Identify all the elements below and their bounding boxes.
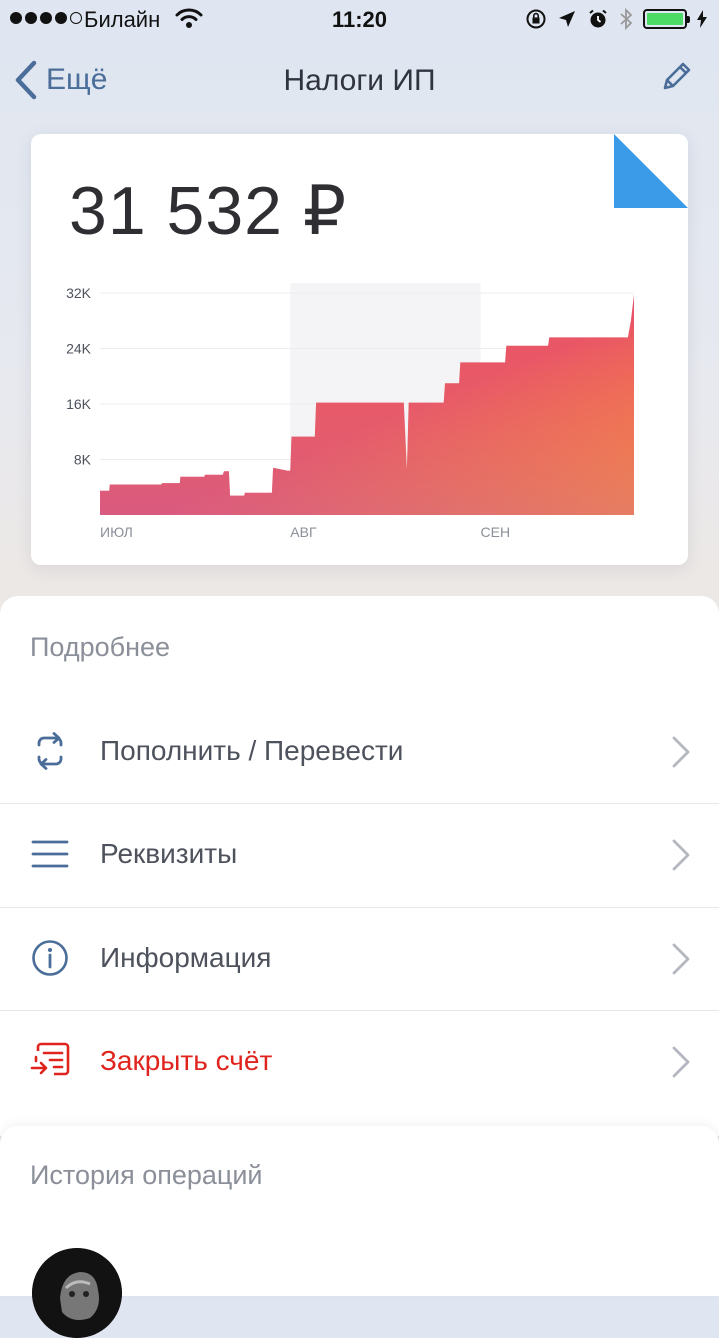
close-account-icon [30, 1042, 70, 1076]
chevron-right-icon [672, 736, 690, 768]
charging-icon [697, 10, 707, 28]
menu-item-close-account[interactable]: Закрыть счёт [0, 1011, 719, 1114]
details-section-title: Подробнее [30, 632, 171, 662]
pencil-icon [663, 62, 691, 90]
info-circle-icon [32, 940, 68, 976]
y-tick-label: 32K [66, 285, 92, 301]
history-section-title: История операций [30, 1160, 263, 1190]
page-title: Налоги ИП [283, 64, 436, 97]
y-tick-label: 16K [66, 396, 92, 412]
menu-item-label: Реквизиты [100, 838, 238, 869]
menu-item-topup-transfer[interactable]: Пополнить / Перевести [0, 701, 719, 804]
balance-card[interactable]: 31 532 ₽ 32K 24K 16K 8K ИЮЛ АВГ СЕН [31, 134, 688, 565]
nav-bar: Ещё Налоги ИП [0, 48, 719, 112]
status-bar: Билайн 11:20 [0, 0, 719, 40]
avatar[interactable] [32, 1248, 122, 1338]
location-icon [559, 11, 575, 27]
bluetooth-icon [620, 7, 633, 31]
x-tick-label: АВГ [290, 524, 317, 540]
chevron-right-icon [672, 1046, 690, 1078]
details-sheet: Подробнее Пополнить / Перевести Реквизит… [0, 596, 719, 1136]
orientation-lock-icon [526, 9, 546, 29]
edit-button[interactable] [659, 60, 693, 99]
transfer-arrows-icon [37, 732, 63, 770]
avatar-image-icon [32, 1248, 122, 1338]
list-lines-icon [31, 840, 69, 868]
balance-chart: 32K 24K 16K 8K ИЮЛ АВГ СЕН [66, 283, 634, 540]
y-tick-label: 8K [74, 452, 92, 468]
menu-item-label: Информация [100, 942, 272, 973]
battery-icon [643, 9, 690, 29]
x-tick-label: ИЮЛ [100, 524, 133, 540]
chevron-right-icon [672, 943, 690, 975]
y-tick-label: 24K [66, 341, 92, 357]
history-sheet: История операций [0, 1126, 719, 1338]
x-tick-label: СЕН [481, 524, 511, 540]
alarm-icon [589, 9, 607, 28]
menu-item-requisites[interactable]: Реквизиты [0, 804, 719, 907]
menu-item-label: Пополнить / Перевести [100, 735, 404, 766]
chevron-right-icon [672, 839, 690, 871]
status-right-icons [525, 7, 707, 31]
menu-item-information[interactable]: Информация [0, 908, 719, 1011]
menu-item-label: Закрыть счёт [100, 1045, 273, 1076]
